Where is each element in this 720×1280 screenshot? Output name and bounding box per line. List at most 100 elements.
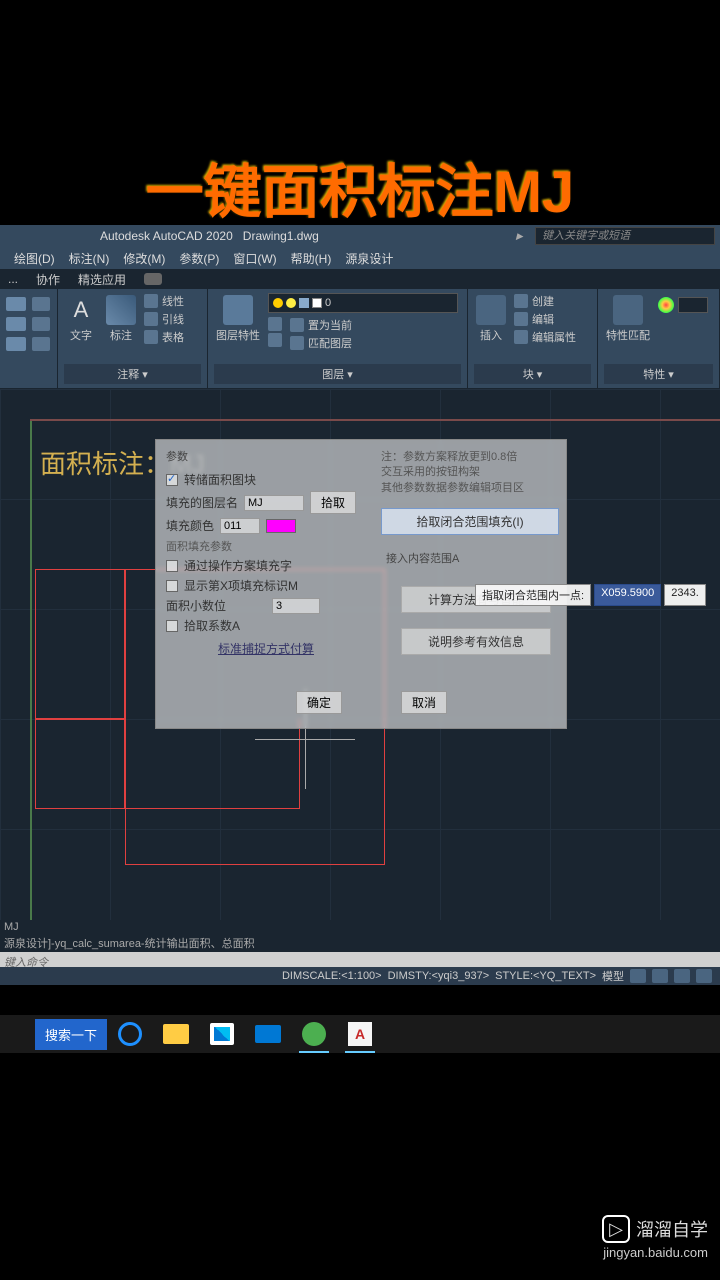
bylayer-color-icon[interactable] [658,297,674,313]
folder-icon [163,1024,189,1044]
note3: 其他参数数据参数编辑项目区 [381,481,556,496]
ortho-toggle-icon[interactable] [674,969,690,983]
menu-help[interactable]: 帮助(H) [291,250,332,267]
btn-pick-closed[interactable]: 拾取闭合范围填充(I) [381,508,559,535]
cb-store-block[interactable] [166,474,178,486]
status-bar: DIMSCALE:<1:100> DIMSTY:<yqi3_937> STYLE… [0,967,720,985]
cb-operation[interactable] [166,560,178,572]
rotate-icon[interactable] [32,297,50,311]
fill-color-input[interactable] [220,518,260,534]
arc-icon[interactable] [6,317,26,331]
status-model[interactable]: 模型 [602,968,624,984]
y-axis [30,419,32,985]
insert-button[interactable]: 插入 [474,293,508,345]
overlay-title: 一键面积标注MJ [0,145,720,229]
block-create[interactable]: 创建 [514,293,576,309]
drawing-canvas[interactable]: 面积标注：MJ 参数 转储面积图块 填充的图层名 拾取 填充颜色 [0,389,720,985]
store-icon [210,1023,234,1045]
leader[interactable]: 引线 [144,311,184,327]
status-style[interactable]: STYLE:<YQ_TEXT> [495,970,596,982]
text-button[interactable]: A 文字 [64,293,98,345]
cmd-history-1: MJ [0,920,720,934]
block-attr[interactable]: 编辑属性 [514,329,576,345]
bylayer-dropdown[interactable] [678,297,708,313]
cb-operation-label: 通过操作方案填充字 [184,557,292,574]
help-search-input[interactable]: 键入关键字或短语 [535,227,715,245]
cancel-button[interactable]: 取消 [401,691,447,714]
snap-toggle-icon[interactable] [652,969,668,983]
cmd-history-2: 源泉设计]-yq_calc_sumarea-统计输出面积、总面积 [0,934,720,952]
menu-draw[interactable]: 绘图(D) [14,250,55,267]
scale-icon[interactable] [32,337,50,351]
mirror-icon[interactable] [32,317,50,331]
btn-help-info[interactable]: 说明参考有效信息 [401,628,551,655]
watermark-url: jingyan.baidu.com [602,1245,708,1260]
fill-color-label: 填充颜色 [166,517,214,534]
menu-dim[interactable]: 标注(N) [69,250,110,267]
cursor-h [255,739,355,740]
sun-icon [286,298,296,308]
status-dimscale[interactable]: DIMSCALE:<1:100> [282,970,382,982]
tab-featured[interactable]: 精选应用 [78,271,126,288]
dynamic-input-tooltip: 指取闭合范围内一点: X059.5900 2343. [475,584,706,606]
circle-icon[interactable] [6,337,26,351]
ok-button[interactable]: 确定 [296,691,342,714]
block-edit[interactable]: 编辑 [514,311,576,327]
status-dimsty[interactable]: DIMSTY:<yqi3_937> [388,970,490,982]
table[interactable]: 表格 [144,329,184,345]
coord-x[interactable]: X059.5900 [594,584,661,606]
edge-icon [118,1022,142,1046]
watermark-brand: 溜溜自学 [636,1216,708,1242]
layer-tool1[interactable] [268,317,282,331]
layer-tool2[interactable] [268,333,282,347]
dimension-button[interactable]: 标注 [104,293,138,345]
taskbar-360[interactable] [291,1015,337,1053]
line-icon[interactable] [6,297,26,311]
taskbar-autocad[interactable]: A [337,1015,383,1053]
menu-yuanquan[interactable]: 源泉设计 [345,250,393,267]
tab-collab[interactable]: 协作 [36,271,60,288]
color-swatch[interactable] [266,519,296,533]
ribbon: A 文字 标注 线性 引线 表格 注释 ▾ 图层特性 [0,289,720,389]
menu-modify[interactable]: 修改(M) [123,250,165,267]
taskbar-mail[interactable] [245,1015,291,1053]
cb-show-id-label: 显示第X项填充标识M [184,577,298,594]
menu-bar: 绘图(D) 标注(N) 修改(M) 参数(P) 窗口(W) 帮助(H) 源泉设计 [0,247,720,269]
cb-show-id[interactable] [166,580,178,592]
pick-button[interactable]: 拾取 [310,491,356,514]
taskbar-edge[interactable] [107,1015,153,1053]
cb-store-block-label: 转储面积图块 [184,471,256,488]
coord-y[interactable]: 2343. [664,584,706,606]
panel-label-annot[interactable]: 注释 ▾ [64,364,201,384]
wifi-icon [144,273,162,285]
panel-label-layer[interactable]: 图层 ▾ [214,364,461,384]
grid-toggle-icon[interactable] [630,969,646,983]
link-snap[interactable]: 标准捕捉方式付算 [218,640,314,657]
taskbar-store[interactable] [199,1015,245,1053]
panel-label-props[interactable]: 特性 ▾ [604,364,713,384]
coord-prompt: 指取闭合范围内一点: [475,584,591,606]
layer-dropdown[interactable]: 0 [268,293,458,313]
layer-name-input[interactable] [244,495,304,511]
layer-name-label: 填充的图层名 [166,494,238,511]
x-axis [30,419,720,421]
command-area: MJ 源泉设计]-yq_calc_sumarea-统计输出面积、总面积 键入命令… [0,920,720,985]
menu-window[interactable]: 窗口(W) [233,250,276,267]
decimal-input[interactable] [272,598,320,614]
make-current[interactable]: 置为当前 [290,317,352,333]
menu-param[interactable]: 参数(P) [179,250,219,267]
linear-dim[interactable]: 线性 [144,293,184,309]
layer-props-button[interactable]: 图层特性 [214,293,262,345]
cb-factor[interactable] [166,620,178,632]
polar-toggle-icon[interactable] [696,969,712,983]
watermark: ▷ 溜溜自学 jingyan.baidu.com [602,1215,708,1260]
taskbar-explorer[interactable] [153,1015,199,1053]
match-props-button[interactable]: 特性匹配 [604,293,652,345]
dlg-section1: 参数 [166,448,188,464]
match-layer[interactable]: 匹配图层 [290,335,352,351]
taskbar-search[interactable]: 搜索一下 [35,1019,107,1050]
panel-label-block[interactable]: 块 ▾ [474,364,591,384]
tab-more[interactable]: ... [8,272,18,286]
bulb-icon [273,298,283,308]
red-rect-1 [35,569,125,719]
